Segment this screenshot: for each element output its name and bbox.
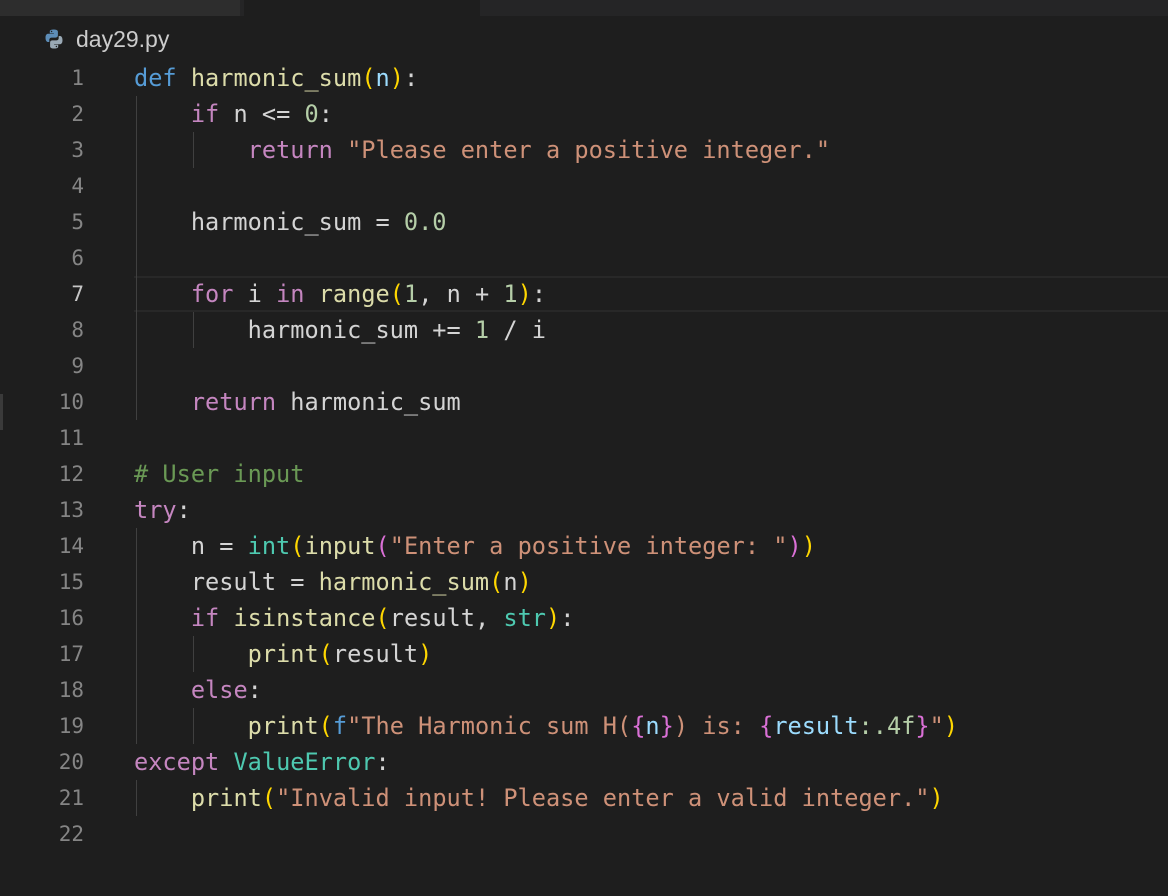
code-line[interactable]: 19 print(f"The Harmonic sum H({n}) is: {… bbox=[0, 708, 1168, 744]
line-code[interactable]: except ValueError: bbox=[134, 744, 390, 780]
code-line[interactable]: 20 except ValueError: bbox=[0, 744, 1168, 780]
line-number: 6 bbox=[71, 246, 84, 270]
line-number: 5 bbox=[71, 210, 84, 234]
code-line[interactable]: 7 for i in range(1, n + 1): bbox=[0, 276, 1168, 312]
line-number: 19 bbox=[58, 714, 84, 738]
line-code[interactable]: try: bbox=[134, 492, 191, 528]
line-code[interactable]: if n <= 0: bbox=[134, 96, 333, 132]
code-line[interactable]: 12 # User input bbox=[0, 456, 1168, 492]
editor-tab-bar bbox=[0, 0, 1168, 16]
code-line[interactable]: 9 bbox=[0, 348, 1168, 384]
line-number: 13 bbox=[58, 498, 84, 522]
code-line[interactable]: 16 if isinstance(result, str): bbox=[0, 600, 1168, 636]
editor-tab[interactable] bbox=[0, 0, 240, 16]
code-editor[interactable]: 1 def harmonic_sum(n): 2 if n <= 0: 3 retur… bbox=[0, 60, 1168, 860]
editor-tab-active[interactable] bbox=[244, 0, 480, 16]
code-line[interactable]: 8 harmonic_sum += 1 / i bbox=[0, 312, 1168, 348]
line-code[interactable]: # User input bbox=[134, 456, 304, 492]
line-number: 17 bbox=[58, 642, 84, 666]
code-line[interactable]: 2 if n <= 0: bbox=[0, 96, 1168, 132]
line-code[interactable]: else: bbox=[134, 672, 262, 708]
code-line[interactable]: 14 n = int(input("Enter a positive integ… bbox=[0, 528, 1168, 564]
line-number: 9 bbox=[71, 354, 84, 378]
indent-guide bbox=[136, 528, 137, 744]
code-line[interactable]: 15 result = harmonic_sum(n) bbox=[0, 564, 1168, 600]
line-code[interactable]: harmonic_sum += 1 / i bbox=[134, 312, 546, 348]
code-line[interactable]: 13 try: bbox=[0, 492, 1168, 528]
file-name[interactable]: day29.py bbox=[76, 26, 169, 53]
line-number: 7 bbox=[71, 282, 84, 306]
line-number: 21 bbox=[58, 786, 84, 810]
line-number: 18 bbox=[58, 678, 84, 702]
code-line[interactable]: 3 return "Please enter a positive intege… bbox=[0, 132, 1168, 168]
code-line[interactable]: 1 def harmonic_sum(n): bbox=[0, 60, 1168, 96]
code-line[interactable]: 6 bbox=[0, 240, 1168, 276]
code-line[interactable]: 5 harmonic_sum = 0.0 bbox=[0, 204, 1168, 240]
code-line[interactable]: 10 return harmonic_sum bbox=[0, 384, 1168, 420]
line-code[interactable]: if isinstance(result, str): bbox=[134, 600, 575, 636]
line-number: 10 bbox=[58, 390, 84, 414]
python-icon bbox=[42, 27, 66, 51]
code-line[interactable]: 4 bbox=[0, 168, 1168, 204]
indent-guide bbox=[193, 636, 195, 672]
indent-guide bbox=[193, 312, 195, 348]
indent-guide bbox=[193, 708, 195, 744]
line-number: 22 bbox=[58, 822, 84, 846]
line-number: 16 bbox=[58, 606, 84, 630]
line-number: 2 bbox=[71, 102, 84, 126]
line-number: 14 bbox=[58, 534, 84, 558]
code-line[interactable]: 11 bbox=[0, 420, 1168, 456]
line-number: 1 bbox=[71, 66, 84, 90]
line-number: 11 bbox=[58, 426, 84, 450]
line-code[interactable]: result = harmonic_sum(n) bbox=[134, 564, 532, 600]
line-code[interactable]: print(result) bbox=[134, 636, 433, 672]
line-code[interactable]: return harmonic_sum bbox=[134, 384, 461, 420]
line-code[interactable]: n = int(input("Enter a positive integer:… bbox=[134, 528, 816, 564]
line-code[interactable]: return "Please enter a positive integer.… bbox=[134, 132, 830, 168]
scroll-marker bbox=[0, 394, 3, 430]
code-line[interactable]: 21 print("Invalid input! Please enter a … bbox=[0, 780, 1168, 816]
line-code[interactable]: harmonic_sum = 0.0 bbox=[134, 204, 447, 240]
line-code[interactable]: def harmonic_sum(n): bbox=[134, 60, 418, 96]
code-line[interactable]: 17 print(result) bbox=[0, 636, 1168, 672]
line-number: 20 bbox=[58, 750, 84, 774]
indent-guide bbox=[136, 780, 137, 816]
line-number: 8 bbox=[71, 318, 84, 342]
breadcrumb[interactable]: day29.py bbox=[42, 24, 169, 54]
line-code[interactable]: print(f"The Harmonic sum H({n}) is: {res… bbox=[134, 708, 958, 744]
line-number: 12 bbox=[58, 462, 84, 486]
code-line[interactable]: 22 bbox=[0, 816, 1168, 852]
code-line[interactable]: 18 else: bbox=[0, 672, 1168, 708]
line-code[interactable]: print("Invalid input! Please enter a val… bbox=[134, 780, 944, 816]
line-number: 3 bbox=[71, 138, 84, 162]
line-code[interactable]: for i in range(1, n + 1): bbox=[134, 276, 546, 312]
indent-guide bbox=[136, 96, 137, 420]
line-number: 4 bbox=[71, 174, 84, 198]
line-number: 15 bbox=[58, 570, 84, 594]
indent-guide bbox=[193, 132, 195, 168]
